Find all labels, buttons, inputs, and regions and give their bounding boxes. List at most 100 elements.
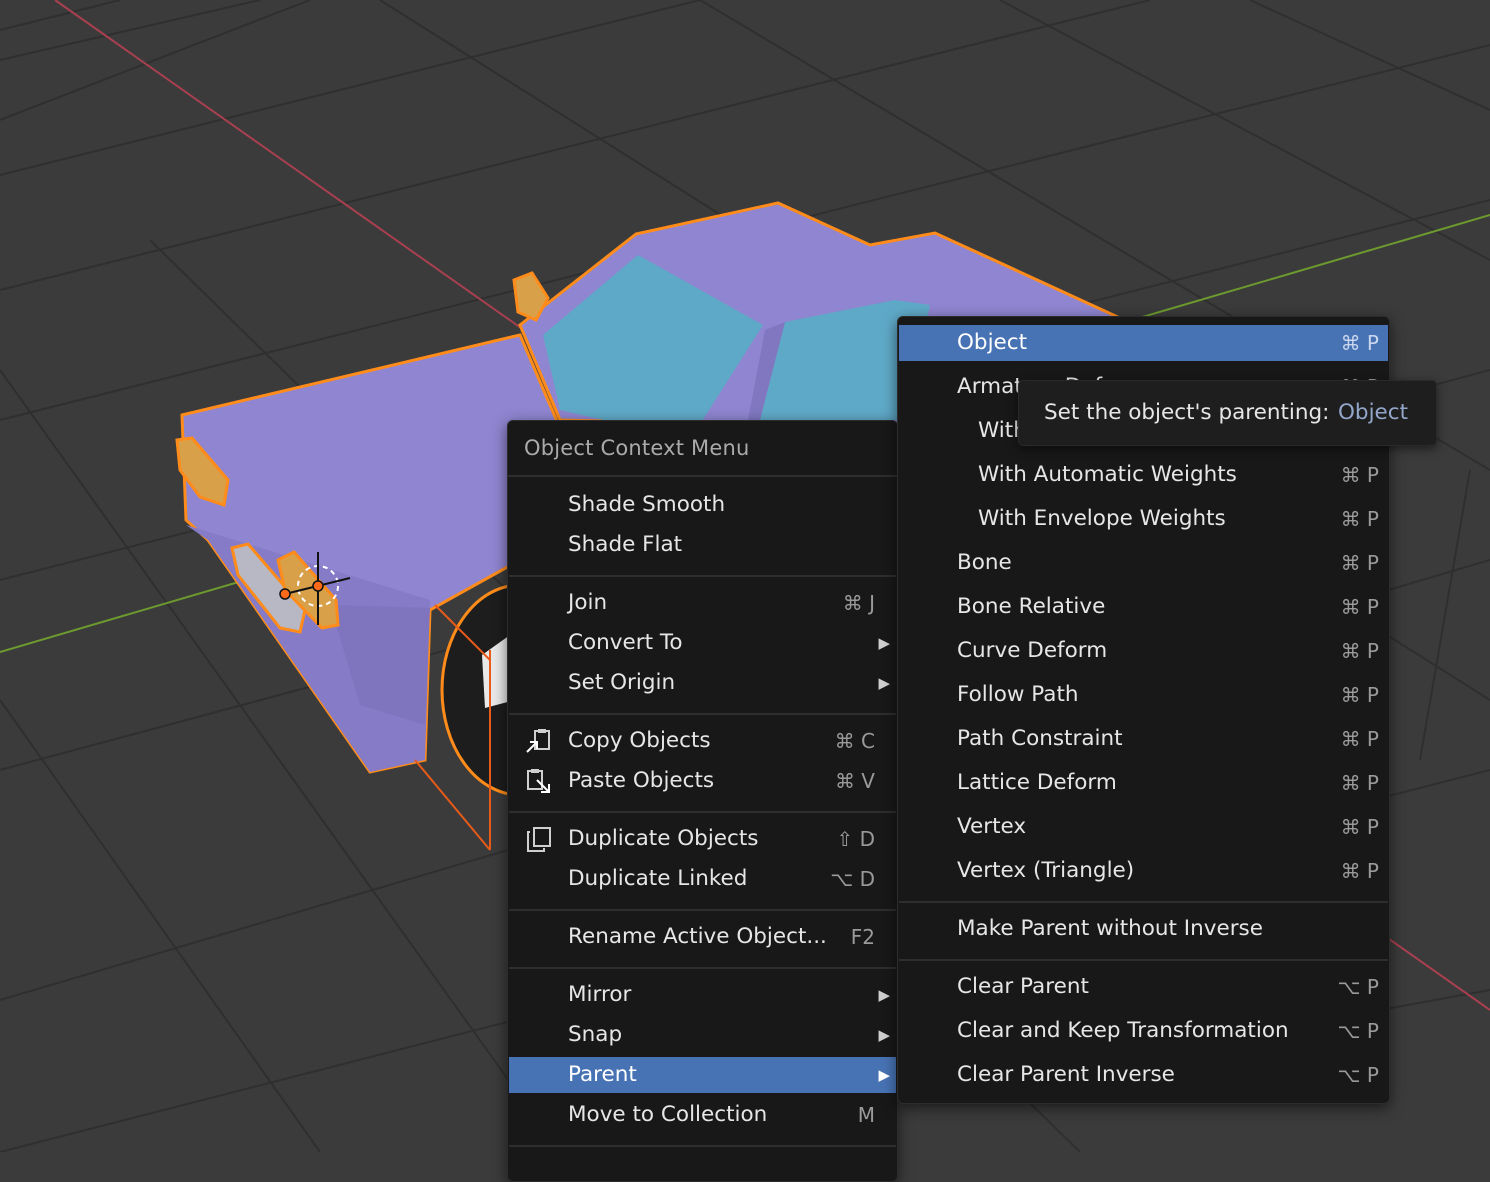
submenu-item-bone[interactable]: Bone ⌘ P <box>899 545 1388 581</box>
submenu-item-bone-relative[interactable]: Bone Relative ⌘ P <box>899 589 1388 625</box>
shortcut-label: ⌥ P <box>1337 1019 1379 1043</box>
shortcut-label: ⌘ P <box>1340 683 1379 707</box>
menu-separator <box>508 475 897 477</box>
shortcut-label: ⌥ P <box>1337 975 1379 999</box>
submenu-item-vertex-triangle[interactable]: Vertex (Triangle) ⌘ P <box>899 853 1388 889</box>
submenu-arrow-icon: ▶ <box>878 634 890 652</box>
duplicate-icon <box>525 826 553 852</box>
shortcut-label: ⌘ P <box>1340 727 1379 751</box>
submenu-item-follow-path[interactable]: Follow Path ⌘ P <box>899 677 1388 713</box>
submenu-arrow-icon: ▶ <box>878 1026 890 1044</box>
submenu-item-clear-parent[interactable]: Clear Parent ⌥ P <box>899 969 1388 1005</box>
menu-item-label: Object <box>957 330 1028 355</box>
menu-item-label: Snap <box>568 1022 623 1047</box>
menu-item-label: With Envelope Weights <box>978 506 1226 531</box>
menu-divider <box>509 713 896 715</box>
menu-item-snap[interactable]: Snap ▶ <box>509 1017 896 1053</box>
submenu-arrow-icon: ▶ <box>878 986 890 1004</box>
menu-item-label: Move to Collection <box>568 1102 768 1127</box>
submenu-item-make-parent-without-inverse[interactable]: Make Parent without Inverse <box>899 911 1388 947</box>
menu-item-shade-flat[interactable]: Shade Flat <box>509 527 896 563</box>
menu-item-convert-to[interactable]: Convert To ▶ <box>509 625 896 661</box>
menu-item-label: Vertex <box>957 814 1027 839</box>
object-origin-dot <box>312 580 324 592</box>
shortcut-label: ⌘ P <box>1340 463 1379 487</box>
menu-item-label: Duplicate Objects <box>568 826 759 851</box>
menu-item-label: With Automatic Weights <box>978 462 1237 487</box>
submenu-item-curve-deform[interactable]: Curve Deform ⌘ P <box>899 633 1388 669</box>
menu-item-label: Shade Flat <box>568 532 683 557</box>
shortcut-label: ⌘ P <box>1340 331 1379 355</box>
menu-item-label: Paste Objects <box>568 768 715 793</box>
menu-item-label: Rename Active Object... <box>568 924 827 949</box>
shortcut-label: ⌘ J <box>842 591 875 615</box>
menu-item-label: Bone Relative <box>957 594 1106 619</box>
submenu-item-clear-and-keep-transformation[interactable]: Clear and Keep Transformation ⌥ P <box>899 1013 1388 1049</box>
menu-item-label: Copy Objects <box>568 728 711 753</box>
menu-item-set-origin[interactable]: Set Origin ▶ <box>509 665 896 701</box>
menu-item-copy-objects[interactable]: Copy Objects ⌘ C <box>509 723 896 759</box>
menu-item-mirror[interactable]: Mirror ▶ <box>509 977 896 1013</box>
object-context-menu: Object Context Menu Shade Smooth Shade F… <box>507 420 898 1182</box>
shortcut-label: ⌘ C <box>834 729 875 753</box>
shortcut-label: ⇧ D <box>836 827 875 851</box>
shortcut-label: ⌘ P <box>1340 771 1379 795</box>
menu-item-label: Lattice Deform <box>957 770 1117 795</box>
menu-item-label: Duplicate Linked <box>568 866 748 891</box>
menu-divider <box>899 901 1388 903</box>
menu-divider <box>899 959 1388 961</box>
shortcut-label: F2 <box>850 925 875 949</box>
shortcut-label: ⌘ P <box>1340 595 1379 619</box>
menu-item-move-to-collection[interactable]: Move to Collection M <box>509 1097 896 1133</box>
tooltip-text: Set the object's parenting: <box>1044 400 1330 425</box>
menu-item-label: Vertex (Triangle) <box>957 858 1135 883</box>
menu-item-label: Clear Parent <box>957 974 1089 999</box>
tooltip: Set the object's parenting: Object <box>1018 380 1437 446</box>
object-origin-dot-2 <box>279 588 291 600</box>
shortcut-label: ⌘ P <box>1340 639 1379 663</box>
menu-item-label: Join <box>568 590 608 615</box>
submenu-item-clear-parent-inverse[interactable]: Clear Parent Inverse ⌥ P <box>899 1057 1388 1093</box>
submenu-item-path-constraint[interactable]: Path Constraint ⌘ P <box>899 721 1388 757</box>
shortcut-label: ⌥ P <box>1337 1063 1379 1087</box>
shortcut-label: ⌘ P <box>1340 815 1379 839</box>
copy-icon <box>525 728 553 754</box>
submenu-item-object[interactable]: Object ⌘ P <box>899 325 1388 361</box>
menu-item-shade-smooth[interactable]: Shade Smooth <box>509 487 896 523</box>
shortcut-label: ⌘ P <box>1340 507 1379 531</box>
shortcut-label: M <box>857 1103 875 1127</box>
menu-item-duplicate-linked[interactable]: Duplicate Linked ⌥ D <box>509 861 896 897</box>
menu-item-label: Mirror <box>568 982 632 1007</box>
menu-item-label: Convert To <box>568 630 683 655</box>
menu-item-duplicate-objects[interactable]: Duplicate Objects ⇧ D <box>509 821 896 857</box>
menu-item-label: Parent <box>568 1062 637 1087</box>
tooltip-value: Object <box>1338 400 1409 425</box>
menu-item-label: Make Parent without Inverse <box>957 916 1263 941</box>
submenu-item-with-automatic-weights[interactable]: With Automatic Weights ⌘ P <box>899 457 1388 493</box>
shortcut-label: ⌥ D <box>830 867 875 891</box>
menu-divider <box>509 811 896 813</box>
menu-item-label: Bone <box>957 550 1012 575</box>
menu-divider <box>509 1145 896 1147</box>
paste-icon <box>525 768 553 794</box>
menu-item-join[interactable]: Join ⌘ J <box>509 585 896 621</box>
menu-divider <box>509 575 896 577</box>
menu-item-label: Set Origin <box>568 670 676 695</box>
shortcut-label: ⌘ P <box>1340 551 1379 575</box>
shortcut-label: ⌘ P <box>1340 859 1379 883</box>
submenu-item-with-envelope-weights[interactable]: With Envelope Weights ⌘ P <box>899 501 1388 537</box>
submenu-arrow-icon: ▶ <box>878 1066 890 1084</box>
menu-divider <box>509 909 896 911</box>
submenu-item-lattice-deform[interactable]: Lattice Deform ⌘ P <box>899 765 1388 801</box>
menu-item-parent[interactable]: Parent ▶ <box>509 1057 896 1093</box>
menu-item-rename-active-object[interactable]: Rename Active Object... F2 <box>509 919 896 955</box>
submenu-item-vertex[interactable]: Vertex ⌘ P <box>899 809 1388 845</box>
menu-item-paste-objects[interactable]: Paste Objects ⌘ V <box>509 763 896 799</box>
submenu-arrow-icon: ▶ <box>878 674 890 692</box>
menu-item-label: Curve Deform <box>957 638 1108 663</box>
menu-item-label: Path Constraint <box>957 726 1123 751</box>
menu-item-label: Shade Smooth <box>568 492 726 517</box>
menu-item-label: Clear and Keep Transformation <box>957 1018 1289 1043</box>
menu-divider <box>509 967 896 969</box>
menu-item-label: Follow Path <box>957 682 1079 707</box>
